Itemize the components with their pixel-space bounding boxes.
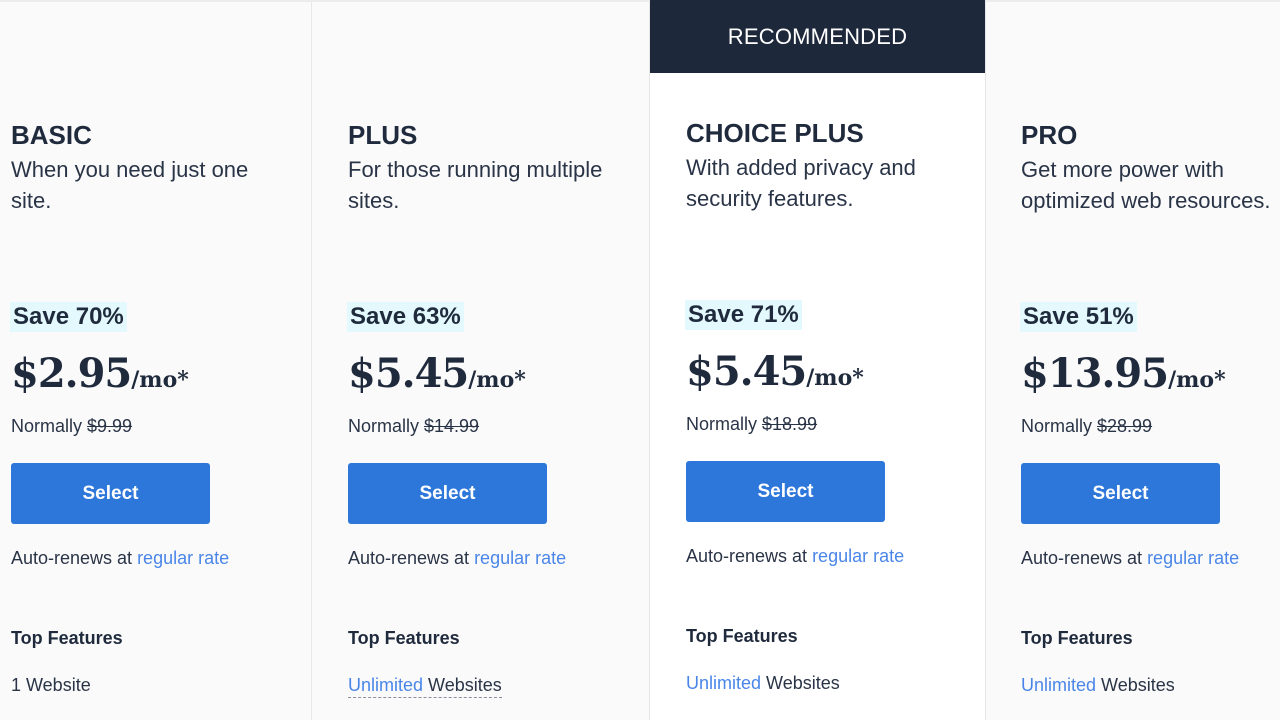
price-amount: $5.45	[348, 350, 469, 397]
regular-price: Normally $18.99	[686, 414, 817, 435]
auto-renew-text: Auto-renews at	[348, 548, 475, 568]
unlimited-link[interactable]: Unlimited	[348, 675, 423, 695]
plan-price: $13.95/mo*	[1021, 350, 1226, 397]
select-button-choice-plus[interactable]: Select	[686, 461, 885, 522]
regular-price: Normally $28.99	[1021, 416, 1152, 437]
auto-renew-note: Auto-renews at regular rate	[686, 546, 904, 567]
price-amount: $2.95	[11, 350, 132, 397]
normally-label: Normally	[1021, 416, 1098, 436]
save-badge: Save 51%	[1020, 302, 1137, 332]
price-unit: /mo*	[1168, 367, 1226, 393]
feature-text: Websites	[423, 675, 502, 695]
unlimited-link[interactable]: Unlimited	[1021, 675, 1096, 695]
regular-price-value: $18.99	[762, 414, 818, 434]
price-unit: /mo*	[131, 367, 189, 393]
normally-label: Normally	[11, 416, 88, 436]
save-badge: Save 63%	[347, 302, 464, 332]
plan-card-plus: PLUS For those running multiple sites. S…	[312, 2, 649, 720]
top-features-heading: Top Features	[686, 626, 798, 646]
auto-renew-note: Auto-renews at regular rate	[348, 548, 566, 569]
plan-description: For those running multiple sites.	[348, 157, 603, 213]
save-badge: Save 71%	[685, 300, 802, 330]
feature-websites[interactable]: Unlimited Websites	[348, 675, 502, 698]
regular-price-value: $28.99	[1097, 416, 1153, 436]
select-button-plus[interactable]: Select	[348, 463, 547, 524]
plan-name: BASIC	[11, 120, 92, 150]
plan-description: Get more power with optimized web resour…	[1021, 157, 1271, 213]
price-amount: $13.95	[1021, 350, 1169, 397]
select-button-basic[interactable]: Select	[11, 463, 210, 524]
feature-text: 1 Website	[11, 675, 91, 695]
top-features-heading: Top Features	[1021, 628, 1133, 648]
plan-name: CHOICE PLUS	[686, 118, 864, 148]
auto-renew-text: Auto-renews at	[1021, 548, 1148, 568]
regular-price-value: $14.99	[424, 416, 480, 436]
regular-rate-link[interactable]: regular rate	[474, 548, 566, 568]
regular-rate-link[interactable]: regular rate	[812, 546, 904, 566]
regular-price: Normally $9.99	[11, 416, 132, 437]
normally-label: Normally	[348, 416, 425, 436]
regular-rate-link[interactable]: regular rate	[137, 548, 229, 568]
plan-description: With added privacy and security features…	[686, 155, 916, 211]
recommended-banner: RECOMMENDED	[650, 0, 985, 73]
plan-price: $2.95/mo*	[11, 350, 189, 397]
price-unit: /mo*	[806, 365, 864, 391]
feature-websites: Unlimited Websites	[1021, 675, 1175, 696]
auto-renew-text: Auto-renews at	[11, 548, 138, 568]
regular-price: Normally $14.99	[348, 416, 479, 437]
top-features-heading: Top Features	[348, 628, 460, 648]
price-amount: $5.45	[686, 348, 807, 395]
plan-name: PLUS	[348, 120, 418, 150]
auto-renew-note: Auto-renews at regular rate	[1021, 548, 1239, 569]
select-button-pro[interactable]: Select	[1021, 463, 1220, 524]
unlimited-link[interactable]: Unlimited	[686, 673, 761, 693]
auto-renew-text: Auto-renews at	[686, 546, 813, 566]
auto-renew-note: Auto-renews at regular rate	[11, 548, 229, 569]
feature-websites: Unlimited Websites	[686, 673, 840, 694]
plan-name: PRO	[1021, 120, 1078, 150]
feature-websites: 1 Website	[11, 675, 91, 696]
normally-label: Normally	[686, 414, 763, 434]
top-features-heading: Top Features	[11, 628, 123, 648]
regular-rate-link[interactable]: regular rate	[1147, 548, 1239, 568]
feature-text: Websites	[1096, 675, 1175, 695]
plan-card-basic: BASIC When you need just one site. Save …	[0, 2, 312, 720]
feature-text: Websites	[761, 673, 840, 693]
plan-card-choice-plus: RECOMMENDED CHOICE PLUS With added priva…	[649, 0, 986, 720]
plan-card-pro: PRO Get more power with optimized web re…	[986, 2, 1280, 720]
regular-price-value: $9.99	[87, 416, 133, 436]
save-badge: Save 70%	[10, 302, 127, 332]
plan-description: When you need just one site.	[11, 157, 249, 213]
price-unit: /mo*	[468, 367, 526, 393]
plan-price: $5.45/mo*	[348, 350, 526, 397]
plan-price: $5.45/mo*	[686, 348, 864, 395]
